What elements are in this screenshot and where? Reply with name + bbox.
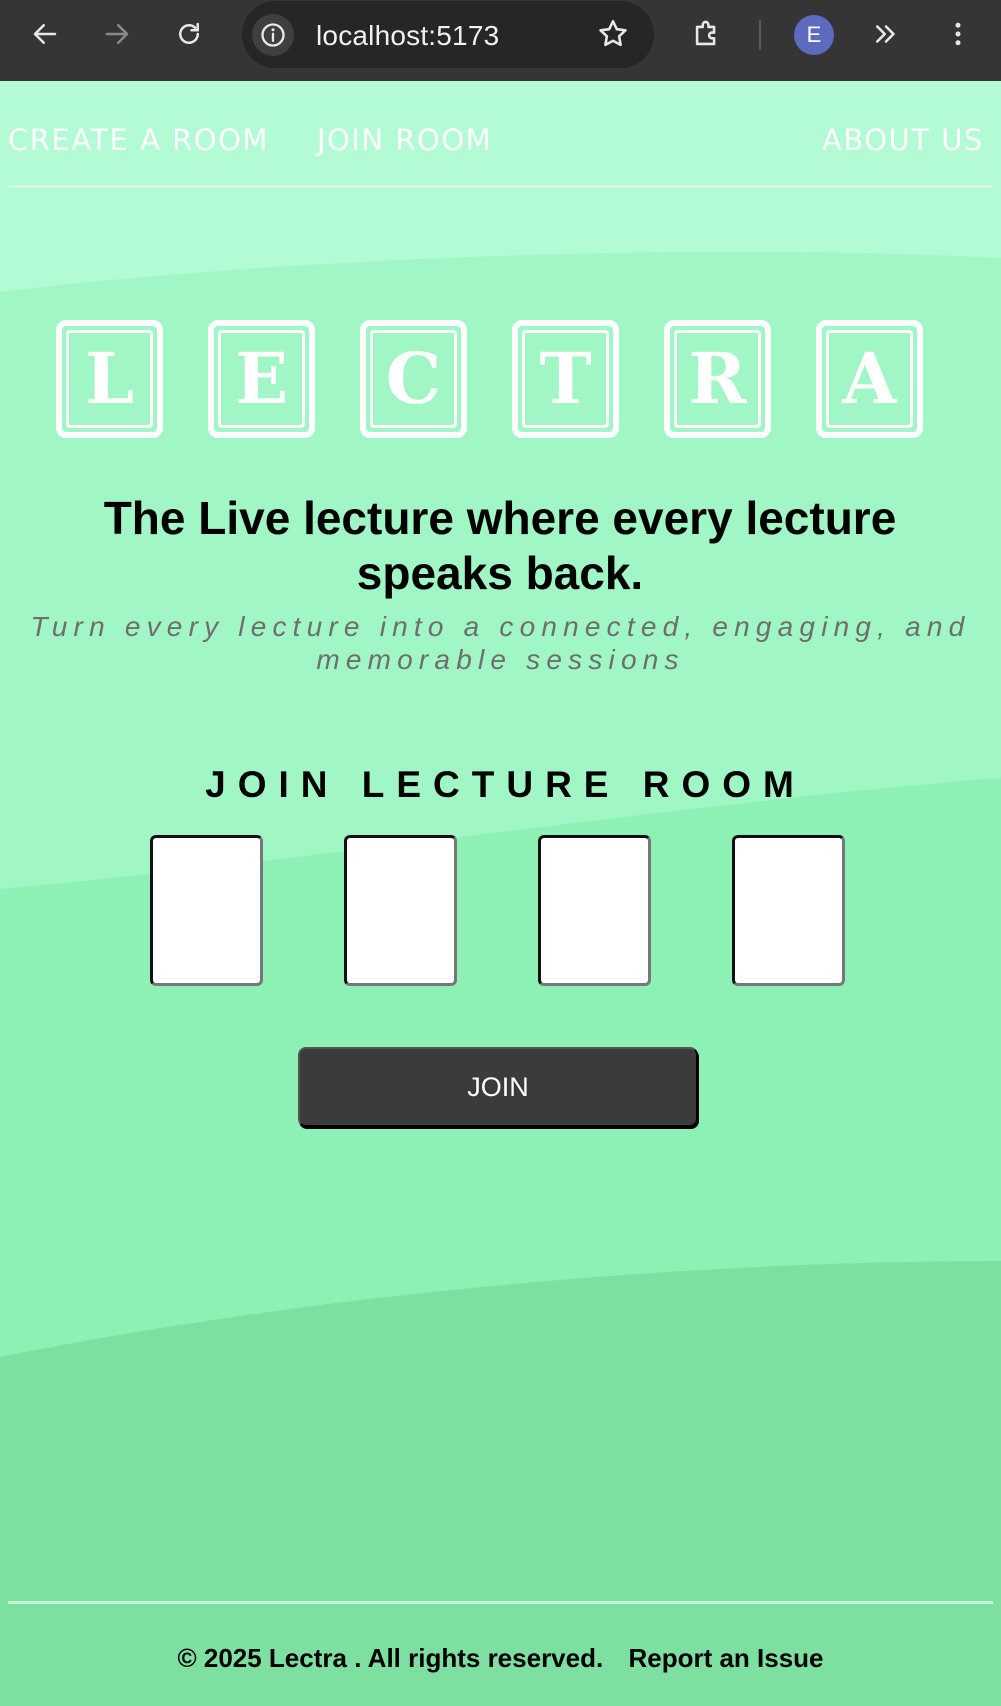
arrow-right-icon <box>105 24 129 44</box>
footer-copyright: © 2025 Lectra . All rights reserved. <box>177 1643 604 1673</box>
star-icon <box>599 19 627 47</box>
logo-letter: A <box>826 330 913 428</box>
logo-letter: E <box>218 330 305 428</box>
join-title: JOIN LECTURE ROOM <box>205 764 806 805</box>
site-info-button[interactable] <box>252 14 294 56</box>
hero-subtitle: Turn every lecture into a connected, eng… <box>30 611 971 675</box>
footer: © 2025 Lectra . All rights reserved. Rep… <box>0 1643 1001 1674</box>
nav-create-room[interactable]: CREATE A ROOM <box>8 123 269 157</box>
forward-button[interactable] <box>97 14 137 54</box>
arrow-left-icon <box>33 24 57 44</box>
hero-headline: The Live lecture where every lecture spe… <box>103 492 897 599</box>
logo-letter: R <box>674 330 761 428</box>
extensions-button[interactable] <box>687 14 727 54</box>
room-code-digit-3[interactable] <box>538 835 651 986</box>
footer-divider <box>8 1601 993 1604</box>
kebab-menu-icon <box>955 22 961 46</box>
puzzle-icon <box>695 20 716 46</box>
bookmark-button[interactable] <box>596 17 630 51</box>
room-code-digit-1[interactable] <box>150 835 263 986</box>
logo-letter: T <box>522 330 609 428</box>
logo-tile: A <box>816 320 923 438</box>
room-code-digit-4[interactable] <box>732 835 845 986</box>
page: CREATE A ROOM JOIN ROOM ABOUT US L E C T… <box>0 81 1001 1706</box>
double-chevron-icon <box>876 25 895 43</box>
browser-menu-button[interactable] <box>938 14 978 54</box>
toolbar-divider <box>759 20 761 50</box>
browser-toolbar: localhost:5173 E <box>0 0 1001 81</box>
logo-tile: C <box>360 320 467 438</box>
logo-tile: T <box>512 320 619 438</box>
report-issue-link[interactable]: Report an Issue <box>628 1643 823 1674</box>
logo-letter: L <box>66 330 153 428</box>
reload-icon <box>179 22 199 44</box>
reload-button[interactable] <box>169 14 209 54</box>
profile-avatar[interactable]: E <box>794 15 834 55</box>
logo-letter: C <box>370 330 457 428</box>
more-extensions-button[interactable] <box>866 14 906 54</box>
room-code-digit-2[interactable] <box>344 835 457 986</box>
logo-tile: L <box>56 320 163 438</box>
nav-divider <box>8 185 993 188</box>
logo-tile: E <box>208 320 315 438</box>
address-bar[interactable]: localhost:5173 <box>242 1 654 68</box>
url-text[interactable]: localhost:5173 <box>316 20 499 52</box>
top-nav: CREATE A ROOM JOIN ROOM ABOUT US <box>0 81 1001 191</box>
join-button[interactable]: JOIN <box>298 1047 698 1127</box>
logo-tile: R <box>664 320 771 438</box>
nav-about-us[interactable]: ABOUT US <box>822 123 984 157</box>
lectra-logo: L E C T R A <box>56 320 956 438</box>
info-icon <box>261 23 285 47</box>
nav-join-room[interactable]: JOIN ROOM <box>317 123 492 157</box>
back-button[interactable] <box>25 14 65 54</box>
